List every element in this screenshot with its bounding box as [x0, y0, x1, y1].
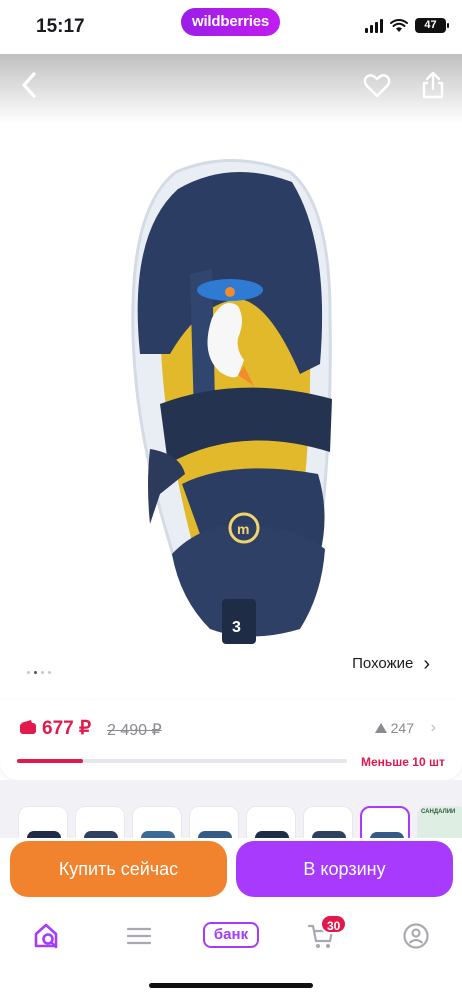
buy-now-button[interactable]: Купить сейчас [10, 841, 227, 897]
profile-icon [403, 923, 429, 949]
tab-profile[interactable] [396, 918, 436, 954]
svg-text:m: m [237, 521, 249, 537]
menu-icon [126, 927, 152, 945]
heart-icon [363, 74, 391, 98]
count-value: 247 [390, 720, 414, 736]
status-time: 15:17 [36, 16, 85, 37]
svg-text:3: 3 [232, 619, 241, 636]
status-bar: 15:17 wildberries 47 [0, 0, 462, 54]
price-card: 677 ₽ 2 490 ₽ 247 › Меньше 10 шт [0, 700, 462, 780]
wallet-icon [20, 720, 36, 734]
battery-icon: 47 [415, 18, 449, 33]
promo-text: САНДАЛИИ [421, 809, 456, 815]
tab-home[interactable] [27, 918, 67, 954]
old-price: 2 490 ₽ [107, 722, 162, 739]
tab-bar: банк 30 [0, 904, 462, 1000]
favorite-button[interactable] [362, 70, 392, 100]
chevron-left-icon [22, 72, 36, 98]
cart-count-badge: 30 [320, 914, 348, 934]
chevron-right-icon: › [423, 652, 430, 675]
stock-label: Меньше 10 шт [361, 755, 445, 769]
sandal-image: 3 m [131, 159, 332, 644]
add-to-cart-button[interactable]: В корзину [236, 841, 453, 897]
tab-bank[interactable]: банк [203, 922, 259, 948]
back-button[interactable] [14, 70, 44, 100]
home-search-icon [34, 923, 58, 949]
stock-progress-fill [17, 759, 83, 763]
gallery-pagination [27, 671, 51, 674]
gallery-dot [41, 671, 44, 674]
current-price: 677 ₽ [42, 718, 92, 739]
gallery-dot-active [34, 671, 37, 674]
signal-icon [365, 18, 383, 33]
wifi-icon [390, 18, 408, 32]
stock-progress [17, 759, 347, 763]
share-button[interactable] [418, 70, 448, 100]
gallery-dot [48, 671, 51, 674]
status-icons: 47 [365, 18, 449, 33]
tab-catalog[interactable] [119, 918, 159, 954]
product-image[interactable]: 3 m [0, 54, 462, 654]
home-indicator [149, 983, 313, 988]
share-icon [422, 71, 444, 99]
brand-logo: wildberries [181, 8, 280, 36]
similar-link[interactable]: Похожие › [352, 652, 430, 675]
chevron-right-icon: › [430, 719, 436, 736]
price-history-count[interactable]: 247 [374, 720, 414, 736]
triangle-up-icon [374, 723, 387, 733]
gallery-dot [27, 671, 30, 674]
hero-shade [0, 54, 462, 124]
action-bar: Купить сейчас В корзину [0, 838, 462, 904]
similar-label: Похожие [352, 655, 414, 672]
